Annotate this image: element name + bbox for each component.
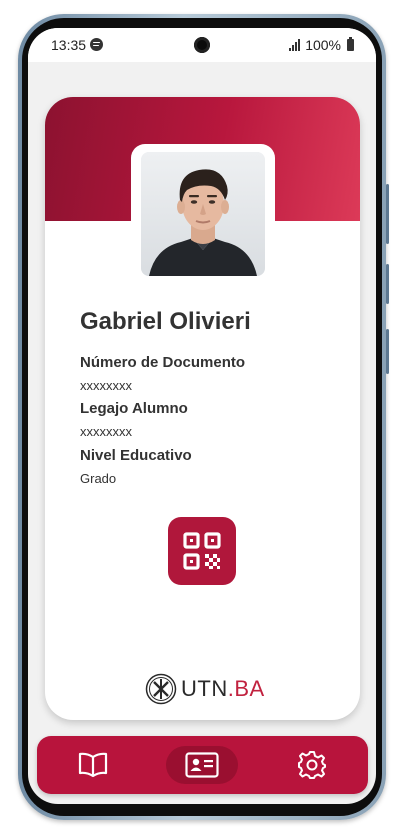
student-record-label: Legajo Alumno <box>80 400 188 417</box>
bottom-navigation <box>37 736 368 794</box>
student-record-value: xxxxxxxx <box>80 424 132 439</box>
utn-emblem-icon <box>145 673 177 705</box>
nav-settings-button[interactable] <box>285 746 339 784</box>
nav-book-button[interactable] <box>66 746 120 784</box>
status-time: 13:35 <box>51 37 87 53</box>
status-indicators: 100% <box>289 37 354 53</box>
status-bar: 13:35 100% <box>28 28 376 62</box>
battery-icon <box>347 37 354 51</box>
app-screen: 13:35 100% Gabriel Olivieri Número de Do… <box>28 28 376 804</box>
qr-code-icon <box>183 532 221 570</box>
qr-code-button[interactable] <box>168 517 236 585</box>
book-icon <box>78 752 108 778</box>
education-level-label: Nivel Educativo <box>80 447 192 464</box>
document-number-label: Número de Documento <box>80 354 246 371</box>
photo-frame <box>131 144 275 279</box>
education-level-value: Grado <box>80 471 117 486</box>
document-number-value: xxxxxxxx <box>80 378 132 393</box>
student-photo <box>141 152 265 276</box>
gear-icon <box>298 751 326 779</box>
utn-logo: UTN.BA <box>145 673 265 705</box>
front-camera <box>194 37 210 53</box>
battery-percent: 100% <box>305 37 341 53</box>
id-card-icon <box>185 752 219 778</box>
power-button <box>386 264 389 304</box>
volume-button <box>386 184 389 244</box>
signal-icon <box>289 39 301 51</box>
spotify-icon <box>90 38 103 51</box>
student-id-card: Gabriel Olivieri Número de Documento xxx… <box>45 97 360 720</box>
side-button <box>386 329 389 374</box>
student-name: Gabriel Olivieri <box>80 308 251 335</box>
nav-id-card-button[interactable] <box>166 746 238 784</box>
utn-wordmark: UTN.BA <box>181 676 265 701</box>
